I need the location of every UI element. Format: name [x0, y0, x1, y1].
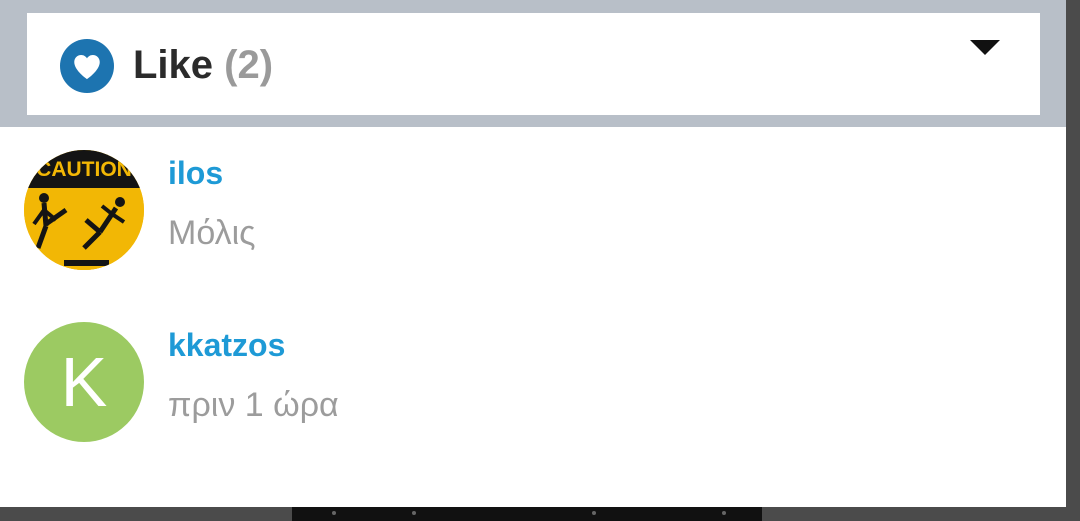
reaction-title: Like (2): [133, 41, 273, 89]
list-item[interactable]: CAUTION ilos Μόλις: [0, 135, 1066, 285]
reaction-time: πριν 1 ώρα: [168, 386, 339, 424]
avatar[interactable]: CAUTION: [24, 150, 144, 270]
username-link[interactable]: ilos: [168, 153, 223, 193]
svg-text:CAUTION: CAUTION: [36, 158, 132, 181]
reactions-header: Like (2): [0, 0, 1066, 127]
list-item[interactable]: K kkatzos πριν 1 ώρα: [0, 307, 1066, 457]
heart-icon: [60, 39, 114, 93]
background-content: [292, 505, 762, 521]
chevron-down-icon[interactable]: [970, 40, 1000, 55]
reactions-dialog: Like (2) CAUTION ilos Μόλις K kkatzos πρ…: [0, 0, 1066, 507]
screen: Like (2) CAUTION ilos Μόλις K kkatzos πρ…: [0, 0, 1080, 521]
reaction-label: Like: [133, 43, 214, 87]
reaction-time: Μόλις: [168, 214, 256, 252]
reaction-count: (2): [224, 43, 274, 87]
username-link[interactable]: kkatzos: [168, 325, 285, 365]
avatar[interactable]: K: [24, 322, 144, 442]
reaction-filter-dropdown[interactable]: Like (2): [27, 13, 1040, 115]
